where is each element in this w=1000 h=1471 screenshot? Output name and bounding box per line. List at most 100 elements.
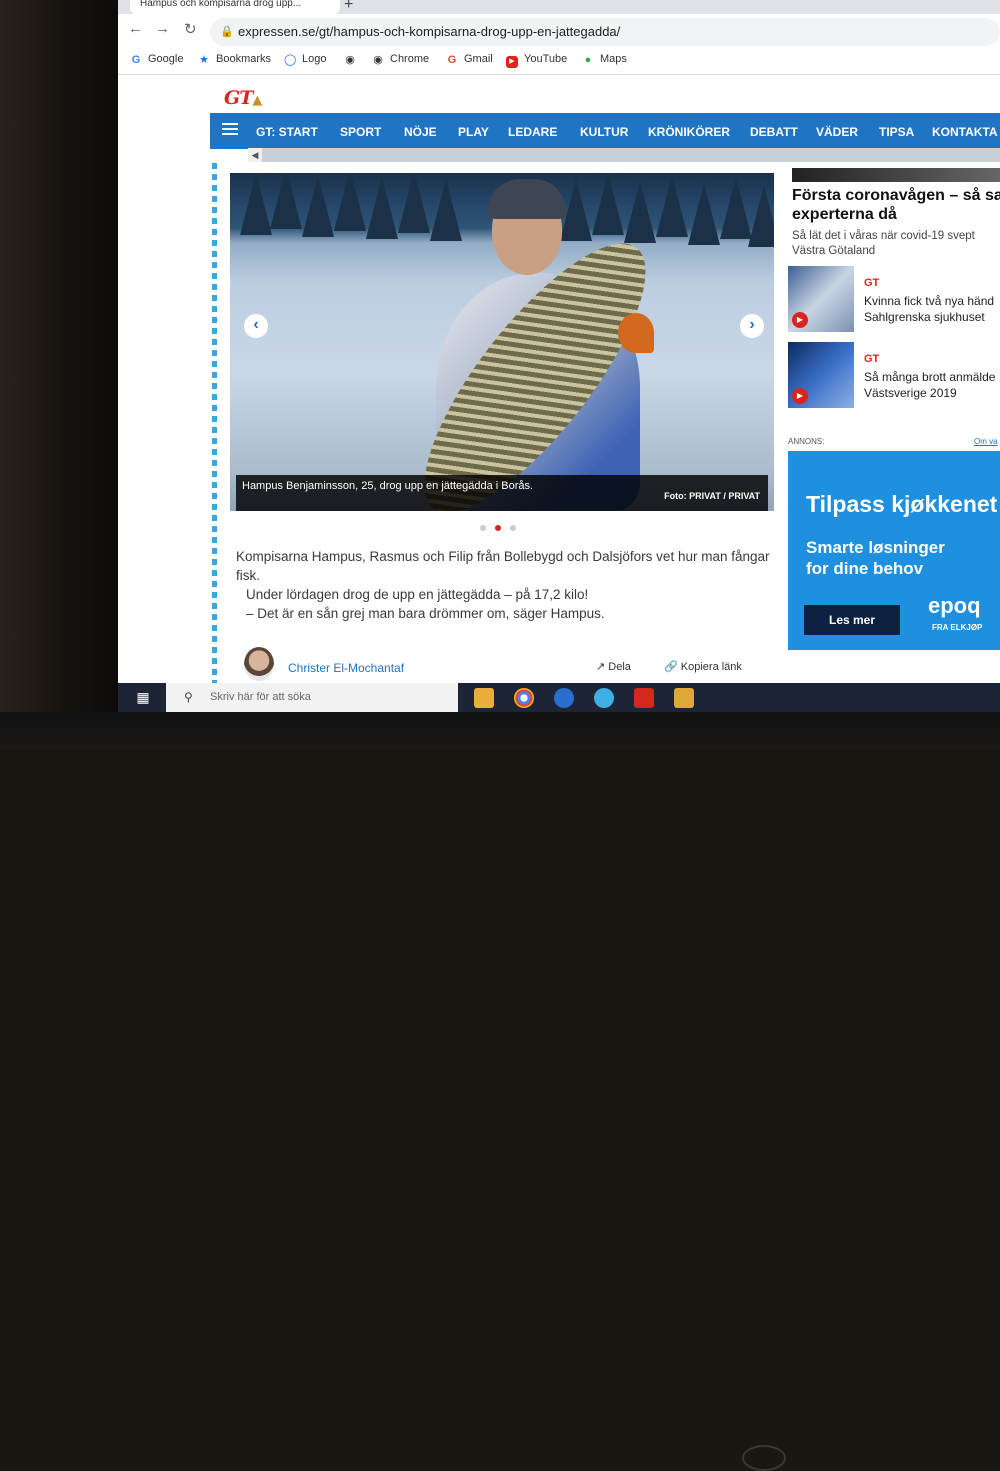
bookmark-chrome[interactable]: ◉ Chrome — [372, 53, 429, 66]
web-page: GT▲ GT: START SPORT NÖJE PLAY LEDARE KUL… — [118, 75, 1000, 683]
article-photo — [230, 173, 774, 511]
nav-item-vader[interactable]: VÄDER — [816, 125, 858, 139]
author-avatar[interactable] — [244, 647, 274, 681]
carousel-next-button[interactable]: › — [740, 314, 764, 338]
new-tab-button[interactable]: + — [344, 0, 353, 14]
gt-logo-text: GT — [224, 87, 253, 109]
teaser-tag: GT — [864, 353, 880, 365]
bookmark-google[interactable]: G Google — [130, 53, 184, 66]
author-name[interactable]: Christer El-Mochantaf — [288, 661, 404, 675]
ad-headline: Tilpass kjøkkenet — [806, 491, 998, 517]
ad-subtitle-line: for dine behov — [806, 559, 924, 578]
byline: Christer El-Mochantaf ↗ Dela 🔗 Kopiera l… — [244, 647, 774, 681]
nav-item-tipsa[interactable]: TIPSA — [879, 125, 914, 139]
bookmark-maps[interactable]: ● Maps — [582, 53, 627, 66]
monitor-bezel-bottom — [0, 712, 1000, 1471]
nav-item-kronikorer[interactable]: KRÖNIKÖRER — [648, 125, 730, 139]
teaser-subtitle-line: Så lät det i våras när covid-19 svept — [792, 230, 975, 242]
carousel-dot[interactable] — [480, 525, 486, 531]
teaser-subtitle-line: Västra Götaland — [792, 245, 876, 257]
teaser-headline[interactable]: Första coronavågen – så sa experterna då — [792, 186, 1000, 224]
carousel-dot-active[interactable] — [495, 525, 501, 531]
search-icon: ⚲ — [184, 690, 193, 704]
play-icon: ▶ — [792, 312, 808, 328]
url-input[interactable]: 🔒 expressen.se/gt/hampus-och-kompisarna-… — [210, 18, 1000, 46]
share-button[interactable]: ↗ Dela — [596, 660, 631, 673]
share-label: Dela — [608, 661, 631, 673]
carousel-indicators — [480, 518, 525, 536]
star-icon: ★ — [199, 54, 209, 66]
image-caption: Hampus Benjaminsson, 25, drog upp en jät… — [242, 480, 534, 492]
menu-icon[interactable] — [222, 123, 238, 135]
teaser-thumbnail[interactable]: ▶ — [788, 266, 854, 332]
nav-item-debatt[interactable]: DEBATT — [750, 125, 798, 139]
store-icon[interactable] — [674, 688, 694, 708]
bookmark-logo[interactable]: ◯ Logo — [284, 53, 326, 66]
sidebar: Första coronavågen – så sa experterna då… — [788, 168, 1000, 688]
teaser-subtitle: Så lät det i våras när covid-19 svept Vä… — [792, 229, 975, 259]
browser-tab[interactable]: Hampus och kompisarna drog upp... — [130, 0, 340, 14]
shield-icon[interactable] — [554, 688, 574, 708]
article-image-carousel[interactable]: ‹ › Hampus Benjaminsson, 25, drog upp en… — [230, 173, 774, 511]
carousel-dot[interactable] — [510, 525, 516, 531]
lead-paragraph: Under lördagen drog de upp en jättegädda… — [246, 587, 589, 602]
advertisement[interactable]: Tilpass kjøkkenet Smarte løsninger for d… — [788, 451, 1000, 650]
back-icon[interactable]: ← — [128, 20, 143, 37]
teaser-image[interactable] — [792, 168, 1000, 182]
nav-item-play[interactable]: PLAY — [458, 125, 489, 139]
teaser-title-line: Västsverige 2019 — [864, 386, 957, 400]
monitor-bezel-left — [0, 0, 118, 750]
nav-item-start[interactable]: GT: START — [256, 125, 318, 139]
google-icon: G — [131, 54, 141, 66]
taskbar-search-placeholder: Skriv här för att söka — [210, 691, 311, 703]
gt-logo[interactable]: GT▲ — [224, 87, 262, 109]
ad-cta-button[interactable]: Les mer — [804, 605, 900, 635]
reload-icon[interactable]: ↻ — [184, 20, 197, 38]
address-bar-row: ← → ↻ 🔒 expressen.se/gt/hampus-och-kompi… — [118, 14, 1000, 48]
acrobat-icon[interactable] — [634, 688, 654, 708]
rooster-icon: ▲ — [252, 93, 262, 108]
bookmark-globe[interactable]: ◉ — [344, 53, 362, 66]
teaser-headline-line: experterna då — [792, 206, 897, 223]
tab-strip: Hampus och kompisarna drog upp... + — [118, 0, 1000, 14]
logo-icon: ◯ — [284, 54, 297, 66]
carousel-prev-button[interactable]: ‹ — [244, 314, 268, 338]
taskbar-search[interactable]: ⚲ Skriv här för att söka — [166, 683, 458, 712]
article-lead: Kompisarna Hampus, Rasmus och Filip från… — [236, 547, 776, 623]
bookmark-bookmarks[interactable]: ★ Bookmarks — [198, 53, 271, 66]
nav-scrollbar[interactable]: ◀ — [248, 148, 1000, 162]
scroll-left-icon[interactable]: ◀ — [248, 148, 262, 162]
teaser-title[interactable]: Kvinna fick två nya händ Sahlgrenska sju… — [864, 293, 994, 325]
nav-item-kultur[interactable]: KULTUR — [580, 125, 628, 139]
app-icon[interactable] — [594, 688, 614, 708]
teaser-title-line: Kvinna fick två nya händ — [864, 294, 995, 308]
bookmark-youtube[interactable]: ▶ YouTube — [506, 53, 567, 68]
teaser-thumbnail[interactable]: ▶ — [788, 342, 854, 408]
file-explorer-icon[interactable] — [474, 688, 494, 708]
lock-icon: 🔒 — [220, 26, 234, 38]
url-text: expressen.se/gt/hampus-och-kompisarna-dr… — [238, 24, 621, 39]
windows-taskbar: ▦ ⚲ Skriv här för att söka — [118, 683, 1000, 712]
copy-link-button[interactable]: 🔗 Kopiera länk — [664, 660, 742, 673]
bookmarks-bar: G Google ★ Bookmarks ◯ Logo ◉ ◉ Chrome G Gmai… — [118, 48, 1000, 75]
main-nav: GT: START SPORT NÖJE PLAY LEDARE KULTUR … — [210, 113, 1000, 149]
youtube-icon: ▶ — [506, 56, 518, 68]
nav-item-noje[interactable]: NÖJE — [404, 125, 437, 139]
maps-icon: ● — [584, 54, 592, 66]
teaser-title[interactable]: Så många brott anmälde Västsverige 2019 — [864, 369, 995, 401]
ad-subtitle: Smarte løsninger for dine behov — [806, 537, 945, 579]
globe-icon: ◉ — [373, 54, 383, 66]
nav-item-kontakta[interactable]: KONTAKTA — [932, 125, 998, 139]
lead-paragraph: – Det är en sån grej man bara drömmer om… — [246, 606, 605, 621]
windows-start-icon[interactable]: ▦ — [128, 683, 158, 712]
screen: Hampus och kompisarna drog upp... + ← → … — [118, 0, 1000, 712]
nav-item-ledare[interactable]: LEDARE — [508, 125, 557, 139]
nav-item-sport[interactable]: SPORT — [340, 125, 381, 139]
chrome-icon[interactable] — [514, 688, 534, 708]
article-divider — [212, 163, 217, 683]
forward-icon[interactable]: → — [155, 20, 170, 37]
ad-label: ANNONS: — [788, 437, 825, 446]
bookmark-gmail[interactable]: G Gmail — [446, 53, 493, 66]
image-credit: Foto: PRIVAT / PRIVAT — [664, 491, 760, 501]
ad-info-link[interactable]: Om va — [974, 437, 998, 446]
